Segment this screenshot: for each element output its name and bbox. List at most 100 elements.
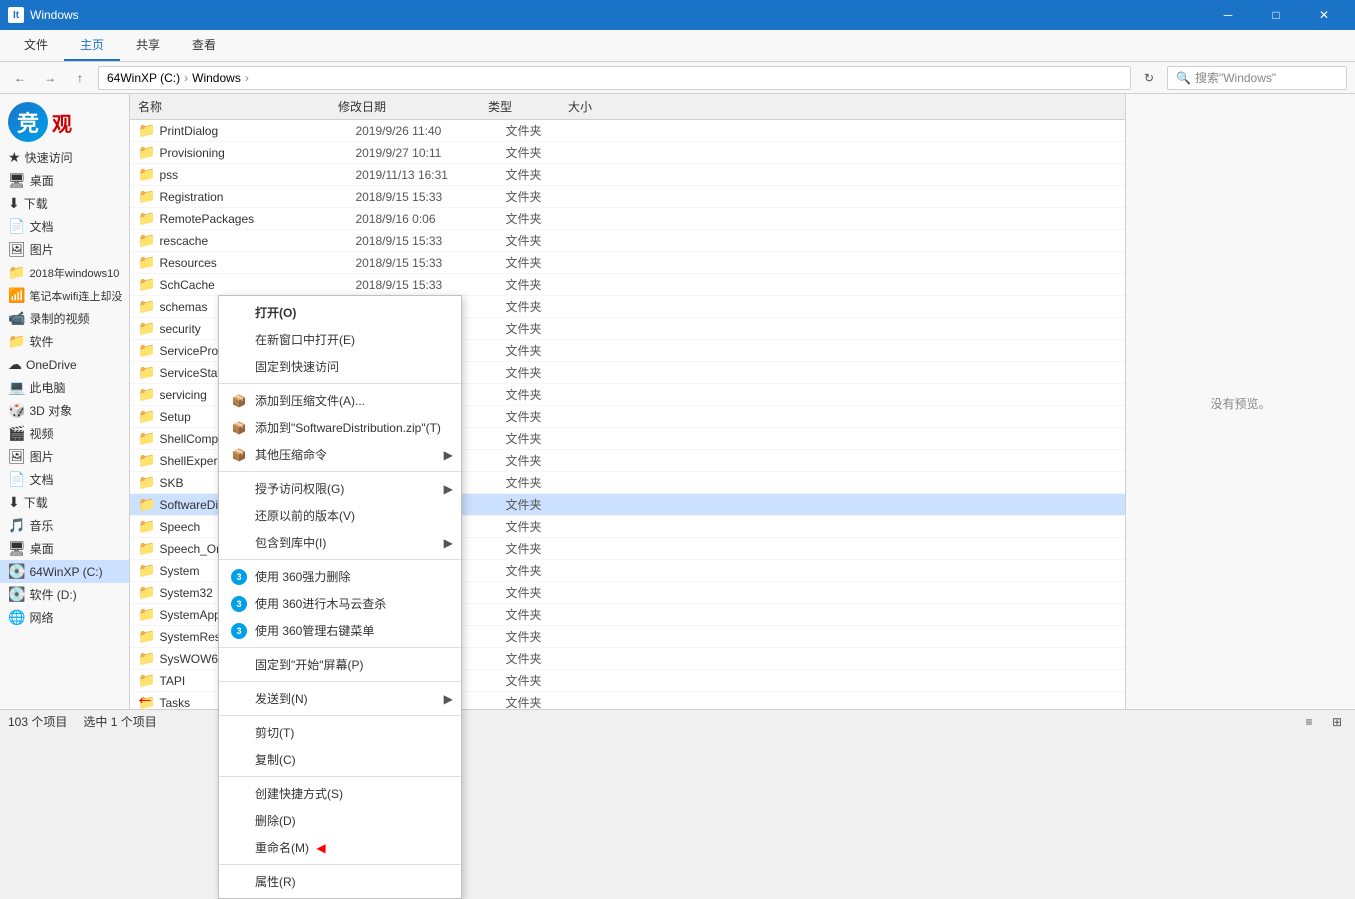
header-type[interactable]: 类型 (488, 98, 568, 115)
menu-zip-icon: 📦 (231, 420, 247, 436)
tab-home[interactable]: 主页 (64, 30, 120, 61)
menu-item[interactable]: 包含到库中(I)▶ (219, 529, 461, 556)
menu-icon (231, 535, 247, 551)
sidebar-label-documents: 文档 (29, 471, 53, 488)
menu-item[interactable]: 重命名(M) ◀ (219, 834, 461, 861)
menu-item[interactable]: 复制(C) (219, 746, 461, 773)
download-icon: ⬇ (8, 195, 20, 212)
statusbar: 103 个项目 选中 1 个项目 ≡ ⊞ (0, 709, 1355, 733)
maximize-button[interactable]: □ (1253, 0, 1299, 30)
sidebar-item-download[interactable]: ⬇ 下载 (0, 192, 129, 215)
menu-item[interactable]: 📦其他压缩命令▶ (219, 441, 461, 468)
folder-icon: 📁 (138, 254, 155, 271)
menu-item[interactable]: 发送到(N)▶ (219, 685, 461, 712)
menu-item[interactable]: 3使用 360强力删除 (219, 563, 461, 590)
videos-icon: 🎬 (8, 425, 25, 442)
header-size[interactable]: 大小 (568, 98, 648, 115)
menu-360-icon: 3 (231, 596, 247, 612)
header-date[interactable]: 修改日期 (338, 98, 488, 115)
tab-view[interactable]: 查看 (176, 30, 232, 61)
sidebar-item-onedrive[interactable]: ☁ OneDrive (0, 353, 129, 376)
menu-item[interactable]: 打开(O) (219, 299, 461, 326)
list-view-button[interactable]: ≡ (1299, 712, 1319, 732)
menu-item[interactable]: 📦添加到压缩文件(A)... (219, 387, 461, 414)
table-row[interactable]: 📁 PrintDialog 2019/9/26 11:40 文件夹 (130, 120, 1125, 142)
sidebar-item-desktop2[interactable]: 🖥 桌面 (0, 537, 129, 560)
sidebar-item-64winxp[interactable]: 💽 64WinXP (C:) (0, 560, 129, 583)
menu-icon (231, 786, 247, 802)
sidebar: 竞 观 ★ 快速访问 🖥 桌面 ⬇ 下载 📄 文档 🖼 图片 📁 2018年wi… (0, 94, 130, 713)
sidebar-label-desktop: 桌面 (30, 172, 54, 189)
sidebar-item-pics[interactable]: 🖼 图片 (0, 238, 129, 261)
grid-view-button[interactable]: ⊞ (1327, 712, 1347, 732)
search-box[interactable]: 🔍 搜索"Windows" (1167, 66, 1347, 90)
app-name: 观 (52, 108, 72, 137)
sidebar-item-downloads[interactable]: ⬇ 下载 (0, 491, 129, 514)
refresh-button[interactable]: ↻ (1137, 66, 1161, 90)
sidebar-item-video-rec[interactable]: 📹 录制的视频 (0, 307, 129, 330)
sidebar-item-quick-access[interactable]: ★ 快速访问 (0, 146, 129, 169)
header-name[interactable]: 名称 (138, 98, 338, 115)
close-button[interactable]: ✕ (1301, 0, 1347, 30)
menu-separator (219, 715, 461, 716)
table-row[interactable]: 📁 rescache 2018/9/15 15:33 文件夹 (130, 230, 1125, 252)
sidebar-label-download: 下载 (24, 195, 48, 212)
sidebar-item-drive-d[interactable]: 💽 软件 (D:) (0, 583, 129, 606)
sidebar-item-desktop[interactable]: 🖥 桌面 (0, 169, 129, 192)
table-row[interactable]: 📁 Resources 2018/9/15 15:33 文件夹 (130, 252, 1125, 274)
folder-icon: 📁 (138, 122, 155, 139)
folder-icon: 📁 (138, 628, 155, 645)
sidebar-item-2018[interactable]: 📁 2018年windows10 (0, 261, 129, 284)
file-name: SchCache (159, 278, 355, 292)
table-row[interactable]: 📁 RemotePackages 2018/9/16 0:06 文件夹 (130, 208, 1125, 230)
menu-item[interactable]: 固定到快速访问 (219, 353, 461, 380)
breadcrumb-sep1: › (184, 71, 188, 85)
search-icon: 🔍 (1176, 71, 1191, 85)
menu-item[interactable]: 3使用 360管理右键菜单 (219, 617, 461, 644)
table-row[interactable]: 📁 Provisioning 2019/9/27 10:11 文件夹 (130, 142, 1125, 164)
sidebar-item-docs[interactable]: 📄 文档 (0, 215, 129, 238)
breadcrumb-part1: 64WinXP (C:) (107, 71, 180, 85)
up-button[interactable]: ↑ (68, 66, 92, 90)
file-type: 文件夹 (505, 584, 585, 601)
tab-share[interactable]: 共享 (120, 30, 176, 61)
menu-item-label: 固定到"开始"屏幕(P) (255, 656, 364, 673)
sidebar-item-3d[interactable]: 🎲 3D 对象 (0, 399, 129, 422)
rename-arrow: ← (135, 687, 155, 710)
pics-icon: 🖼 (8, 241, 26, 258)
folder-icon: 📁 (138, 606, 155, 623)
sidebar-item-pictures[interactable]: 🖼 图片 (0, 445, 129, 468)
file-type: 文件夹 (505, 342, 585, 359)
menu-item[interactable]: 📦添加到"SoftwareDistribution.zip"(T) (219, 414, 461, 441)
menu-item-label: 添加到压缩文件(A)... (255, 392, 365, 409)
menu-item[interactable]: 在新窗口中打开(E) (219, 326, 461, 353)
sidebar-item-thispc[interactable]: 💻 此电脑 (0, 376, 129, 399)
table-row[interactable]: 📁 Registration 2018/9/15 15:33 文件夹 (130, 186, 1125, 208)
sidebar-item-software[interactable]: 📁 软件 (0, 330, 129, 353)
sidebar-label-music: 音乐 (29, 517, 53, 534)
menu-item[interactable]: 删除(D) (219, 807, 461, 834)
forward-button[interactable]: → (38, 66, 62, 90)
table-row[interactable]: 📁 pss 2019/11/13 16:31 文件夹 (130, 164, 1125, 186)
sidebar-item-network[interactable]: 🌐 网络 (0, 606, 129, 629)
menu-item[interactable]: 3使用 360进行木马云查杀 (219, 590, 461, 617)
sidebar-item-videos[interactable]: 🎬 视频 (0, 422, 129, 445)
sidebar-item-documents[interactable]: 📄 文档 (0, 468, 129, 491)
menu-item[interactable]: 还原以前的版本(V) (219, 502, 461, 529)
file-type: 文件夹 (505, 452, 585, 469)
menu-item[interactable]: 创建快捷方式(S) (219, 780, 461, 807)
file-type: 文件夹 (505, 276, 585, 293)
menu-item[interactable]: 属性(R) (219, 868, 461, 895)
tab-file[interactable]: 文件 (8, 30, 64, 61)
submenu-arrow: ▶ (444, 536, 453, 550)
menu-item[interactable]: 固定到"开始"屏幕(P) (219, 651, 461, 678)
pictures-icon: 🖼 (8, 448, 26, 465)
sidebar-item-wifi[interactable]: 📶 笔记本wifi连上却没 (0, 284, 129, 307)
minimize-button[interactable]: ─ (1205, 0, 1251, 30)
address-path[interactable]: 64WinXP (C:) › Windows › (98, 66, 1131, 90)
menu-icon (231, 508, 247, 524)
sidebar-item-music[interactable]: 🎵 音乐 (0, 514, 129, 537)
table-row[interactable]: 📁 SchCache 2018/9/15 15:33 文件夹 (130, 274, 1125, 296)
back-button[interactable]: ← (8, 66, 32, 90)
menu-item[interactable]: 授予访问权限(G)▶ (219, 475, 461, 502)
